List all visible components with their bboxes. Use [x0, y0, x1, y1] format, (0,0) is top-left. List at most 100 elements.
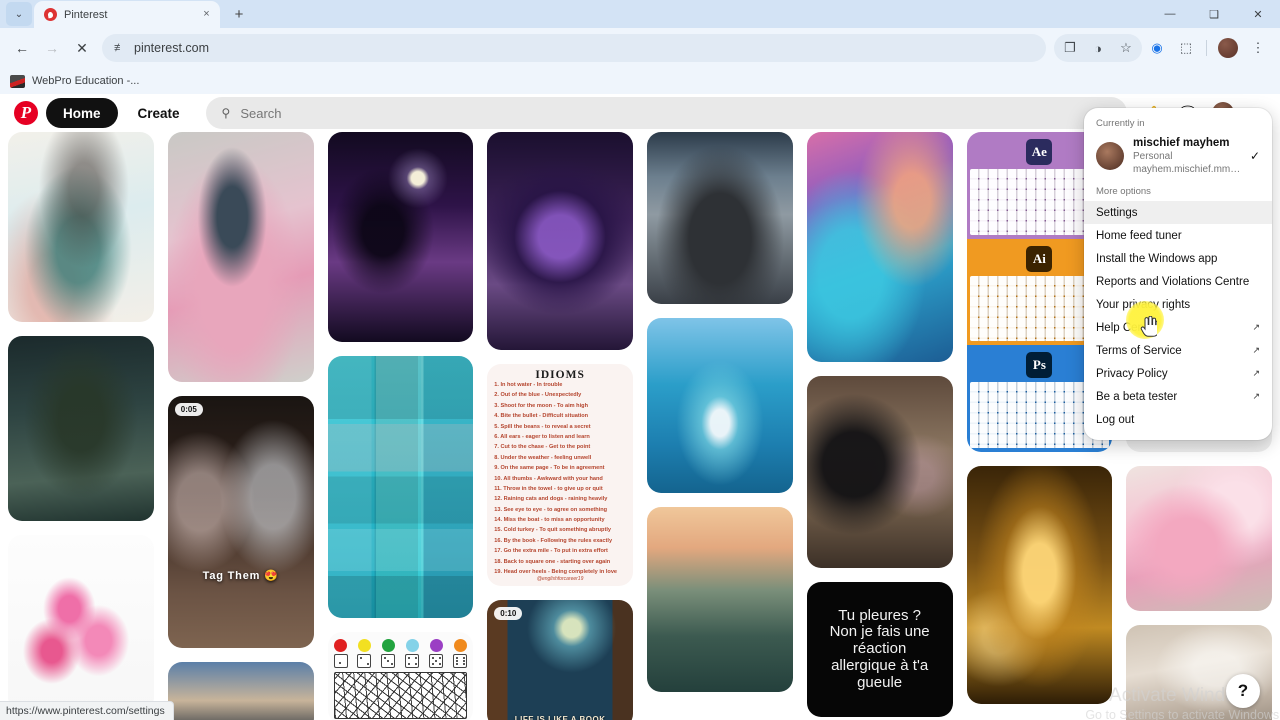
search-placeholder: Search [240, 105, 282, 121]
pin-heart-island[interactable] [647, 318, 793, 493]
page-settings-icon[interactable]: ≢ [114, 42, 125, 54]
menu-item-log-out[interactable]: Log out [1084, 408, 1272, 431]
help-button[interactable]: ? [1226, 674, 1260, 708]
extensions-icon[interactable]: ⬚ [1172, 34, 1200, 62]
bookmark-star-icon[interactable]: ☆ [1112, 34, 1140, 62]
back-button[interactable]: ← [8, 34, 36, 62]
pin-golden-sculpture[interactable] [966, 466, 1113, 704]
external-link-icon: ↗ [1252, 368, 1260, 379]
pin-column [327, 132, 474, 720]
pin-idioms-list[interactable]: IDIOMS 1. In hot water - In trouble 2. O… [487, 364, 633, 586]
idioms-title: IDIOMS [535, 369, 585, 381]
menu-item-privacy-rights[interactable]: Your privacy rights [1084, 293, 1272, 316]
pin-quote-text: Tu pleures ? Non je fais une réaction al… [829, 606, 930, 691]
account-name: mischief mayhem [1133, 137, 1230, 149]
idiom-line: 13. See eye to eye - to agree on somethi… [494, 506, 608, 513]
menu-item-privacy-policy[interactable]: Privacy Policy ↗ [1084, 362, 1272, 385]
browser-menu-icon[interactable]: ⋮ [1244, 34, 1272, 62]
forward-button[interactable]: → [38, 34, 66, 62]
idioms-lines: 1. In hot water - In trouble 2. Out of t… [494, 382, 626, 576]
pinterest-page: P Home Create ⚲ Search 🔔 💬 ⌄ 0:05 Tag Th… [0, 94, 1280, 720]
browser-tab[interactable]: Pinterest × [34, 1, 220, 28]
pin-column: 0:05 Tag Them 😍 [167, 132, 314, 720]
pin-column: IDIOMS 1. In hot water - In trouble 2. O… [487, 132, 633, 720]
new-tab-button[interactable]: + [226, 2, 252, 26]
tab-strip: ⌄ Pinterest × + — ❑ ✕ [0, 0, 1280, 28]
nav-create-button[interactable]: Create [126, 98, 192, 128]
pin-moon-tree-art[interactable] [327, 132, 474, 342]
dice-cell [453, 639, 468, 668]
menu-item-label: Log out [1096, 413, 1135, 426]
idiom-line: 7. Cut to the chase - Get to the point [494, 444, 591, 451]
menu-item-beta-tester[interactable]: Be a beta tester ↗ [1084, 385, 1272, 408]
pin-pink-camera[interactable] [167, 132, 314, 382]
idiom-line: 17. Go the extra mile - To put in extra … [494, 548, 608, 555]
pin-zodiac-clock-art[interactable] [487, 132, 633, 350]
pin-sunset-clouds[interactable] [167, 662, 314, 720]
account-row[interactable]: mischief mayhem Personal mayhem.mischief… [1084, 133, 1272, 184]
menu-item-label: Terms of Service [1096, 344, 1182, 357]
pin-new-balance-sneakers[interactable] [1126, 466, 1272, 611]
external-link-icon: ↗ [1252, 391, 1260, 402]
menu-item-settings[interactable]: Settings [1084, 201, 1272, 225]
pin-tv-living-room[interactable] [806, 376, 953, 568]
dice-cell [381, 639, 396, 668]
tab-search-button[interactable]: ⌄ [6, 2, 32, 26]
pin-teal-mermaid-collage[interactable] [327, 356, 474, 618]
bookmark-item-webpro[interactable]: WebPro Education -... [32, 75, 139, 87]
maximize-button[interactable]: ❑ [1192, 0, 1236, 28]
account-info: mischief mayhem Personal mayhem.mischief… [1133, 136, 1241, 176]
tab-title: Pinterest [64, 8, 108, 21]
video-duration-badge: 0:10 [494, 607, 523, 620]
pin-mermaid-art[interactable] [8, 132, 154, 322]
search-input[interactable]: ⚲ Search [205, 97, 1127, 129]
toolbar-divider [1206, 40, 1207, 56]
address-bar[interactable]: ≢ pinterest.com [102, 34, 1046, 62]
pin-pink-flowers[interactable] [8, 535, 154, 711]
menu-item-install-windows-app[interactable]: Install the Windows app [1084, 247, 1272, 270]
dice-cell [429, 639, 444, 668]
menu-item-help-centre[interactable]: Help Centre ↗ [1084, 316, 1272, 339]
pin-mercedes-car[interactable] [647, 132, 793, 304]
close-window-button[interactable]: ✕ [1236, 0, 1280, 28]
menu-item-reports-violations[interactable]: Reports and Violations Centre [1084, 270, 1272, 293]
window-controls: — ❑ ✕ [1148, 0, 1280, 28]
account-avatar [1096, 142, 1124, 171]
pinterest-favicon-icon [44, 8, 57, 21]
color-dot-orange [453, 639, 467, 652]
maze-illustration [333, 672, 468, 719]
idioms-signature: @englishforcareer19 [536, 576, 584, 582]
die-six [453, 654, 468, 668]
cast-icon[interactable]: ❐ [1056, 34, 1084, 62]
pin-library-video[interactable]: 0:10 LIFE IS LIKE A BOOK [487, 600, 633, 720]
pinterest-logo-icon[interactable]: P [14, 101, 38, 125]
idiom-line: 9. On the same page - To be in agreement [494, 465, 605, 472]
stop-loading-button[interactable]: ✕ [68, 34, 96, 62]
idiom-line: 5. Spill the beans - to reveal a secret [494, 423, 591, 430]
status-bar-url: https://www.pinterest.com/settings [0, 701, 174, 720]
pin-ocean-wave-art[interactable] [806, 132, 953, 362]
chevron-down-icon: ⌄ [14, 8, 24, 20]
incognito-eye-icon[interactable]: ◑ [1084, 34, 1112, 62]
sync-icon[interactable]: ◉ [1143, 34, 1171, 62]
browser-chrome: ⌄ Pinterest × + — ❑ ✕ ← → ✕ ≢ pinterest.… [0, 0, 1280, 94]
bookmark-favicon-icon [10, 74, 25, 88]
menu-item-terms-of-service[interactable]: Terms of Service ↗ [1084, 339, 1272, 362]
menu-item-label: Privacy Policy [1096, 367, 1168, 380]
bookmarks-bar: WebPro Education -... [0, 68, 1280, 94]
close-icon[interactable]: × [199, 7, 214, 22]
toolbar-icon-group: ❐ ◑ ☆ [1054, 34, 1142, 62]
menu-item-home-feed-tuner[interactable]: Home feed tuner [1084, 224, 1272, 247]
color-dot-purple [429, 639, 443, 652]
pin-french-quote[interactable]: Tu pleures ? Non je fais une réaction al… [806, 582, 953, 717]
idiom-line: 2. Out of the blue - Unexpectedly [494, 392, 582, 399]
video-duration-badge: 0:05 [174, 403, 203, 416]
pin-tag-them-video[interactable]: 0:05 Tag Them 😍 [167, 396, 314, 648]
minimize-button[interactable]: — [1148, 0, 1192, 28]
pin-dice-maze-game[interactable] [327, 632, 474, 720]
nav-home-button[interactable]: Home [46, 98, 118, 128]
pin-tropical-beach[interactable] [647, 507, 793, 692]
pin-underwater-statue[interactable] [8, 336, 154, 521]
idiom-line: 12. Raining cats and dogs - raining heav… [494, 496, 608, 503]
browser-profile-avatar[interactable] [1218, 38, 1238, 58]
